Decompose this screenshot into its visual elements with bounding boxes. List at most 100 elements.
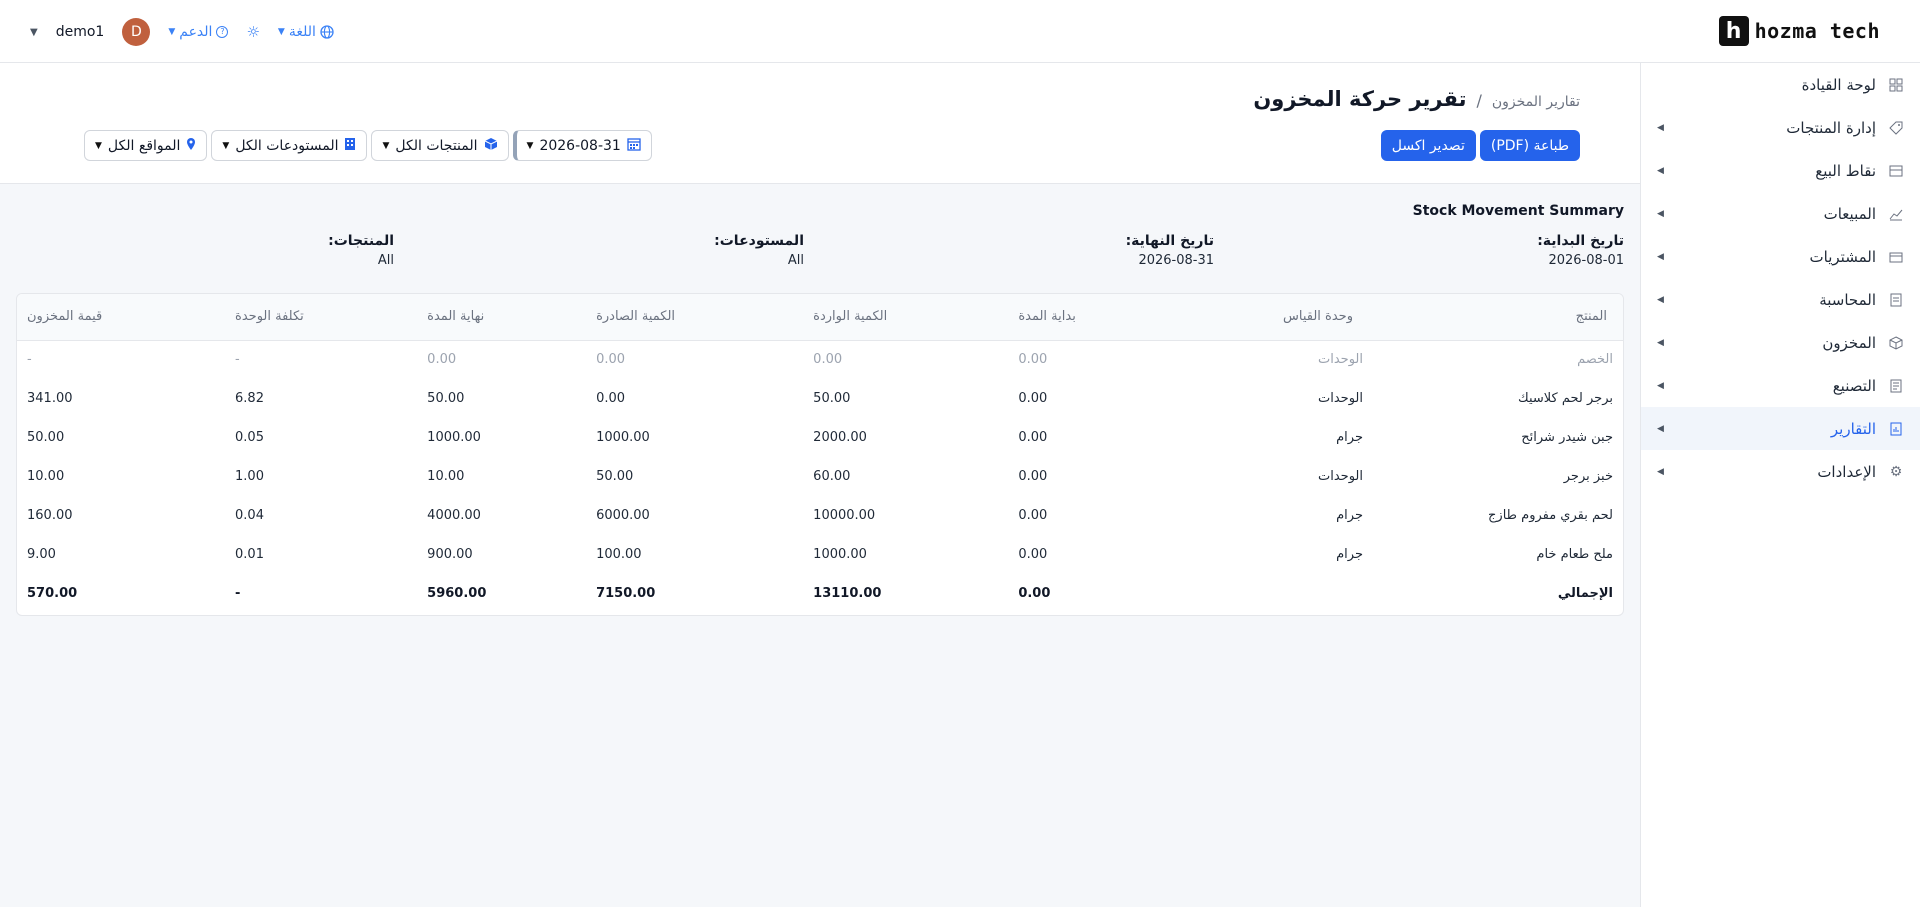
cell-opening: 0.00 [1018, 586, 1051, 601]
cell-unit [1173, 574, 1363, 613]
products-filter-label: المنتجات الكل [395, 137, 478, 154]
warehouses-filter-label: المستودعات الكل [235, 137, 339, 154]
cell-outgoing: 100.00 [596, 547, 642, 562]
cell-opening: 0.00 [1018, 508, 1048, 523]
cell-incoming: 0.00 [813, 352, 843, 368]
products-filter[interactable]: ▼ المنتجات الكل [371, 130, 509, 161]
cell-outgoing: 0.00 [596, 391, 626, 406]
sidebar-item-label: التصنيع [1832, 376, 1876, 395]
cell-stock-value: 10.00 [27, 469, 65, 484]
sidebar-item-reports[interactable]: التقارير ◀ [1641, 407, 1920, 450]
sidebar-item-pos[interactable]: نقاط البيع ◀ [1641, 149, 1920, 192]
user-menu-caret-icon[interactable]: ▼ [30, 27, 38, 38]
cell-unit-cost: - [235, 586, 241, 601]
column-header[interactable]: نهاية المدة [417, 294, 587, 341]
expand-arrow-icon: ◀ [1657, 423, 1664, 434]
sidebar-item-label: إدارة المنتجات [1786, 118, 1876, 137]
report-filters: ▼ المواقع الكل ▼ المستودعات الكل ▼ المنت… [84, 130, 656, 161]
cell-stock-value: 341.00 [27, 391, 73, 406]
warehouses-filter[interactable]: ▼ المستودعات الكل [211, 130, 368, 161]
cell-outgoing: 50.00 [596, 469, 634, 484]
chevron-down-icon: ▼ [277, 27, 285, 37]
expand-arrow-icon: ◀ [1657, 337, 1664, 348]
sidebar-item-sales[interactable]: المبيعات ◀ [1641, 192, 1920, 235]
globe-icon [320, 25, 334, 39]
cell-product: الخصم [1577, 352, 1613, 368]
expand-arrow-icon: ◀ [1657, 251, 1664, 262]
date-range-filter[interactable]: ▼ 2026-08-31 [512, 130, 652, 161]
locations-filter[interactable]: ▼ المواقع الكل [84, 130, 208, 161]
sidebar-item-settings[interactable]: ⚙ الإعدادات ◀ [1641, 450, 1920, 493]
cell-unit: الوحدات [1318, 469, 1363, 484]
support-menu[interactable]: ▼ الدعم ? [168, 24, 229, 40]
cube-icon [484, 137, 498, 155]
box-icon [1888, 335, 1904, 351]
sidebar-item-products[interactable]: إدارة المنتجات ◀ [1641, 106, 1920, 149]
print-pdf-button[interactable]: طباعة (PDF) [1479, 130, 1580, 161]
cell-unit: الوحدات [1318, 391, 1363, 406]
chevron-down-icon: ▼ [382, 140, 390, 151]
table-row: الخصم الوحدات 0.00 0.00 0.00 0.00 - - [17, 340, 1623, 379]
brand-mark-icon: h [1718, 16, 1749, 46]
sidebar-item-label: التقارير [1830, 419, 1876, 438]
cell-unit: جرام [1336, 508, 1363, 523]
cell-product: جبن شيدر شرائح [1521, 430, 1613, 445]
report-title: Stock Movement Summary [1412, 203, 1624, 219]
building-icon [344, 137, 356, 155]
table-header-row: المنتج وحدة القياس بداية المدة الكمية ال… [17, 294, 1623, 341]
theme-toggle-sun-icon[interactable]: ☼ [246, 23, 259, 41]
end-date-label: تاريخ النهاية: [1125, 233, 1214, 249]
avatar[interactable]: D [122, 18, 151, 46]
sidebar-item-manufacturing[interactable]: التصنيع ◀ [1641, 364, 1920, 407]
warehouses-meta: المستودعات: All [384, 233, 804, 268]
table-total-row: الإجمالي 0.00 13110.00 7150.00 5960.00 -… [17, 574, 1623, 613]
cell-outgoing: 7150.00 [596, 586, 656, 601]
sidebar-item-label: لوحة القيادة [1801, 75, 1876, 94]
column-header[interactable]: بداية المدة [1008, 294, 1173, 341]
sidebar-item-purchases[interactable]: المشتريات ◀ [1641, 235, 1920, 278]
warehouses-meta-label: المستودعات: [714, 233, 804, 249]
cell-stock-value: 9.00 [27, 547, 56, 562]
cell-outgoing: 1000.00 [596, 430, 650, 445]
wallet-icon [1888, 249, 1904, 265]
column-header[interactable]: الكمية الواردة [803, 294, 1009, 341]
products-meta: المنتجات: All [0, 233, 394, 268]
column-header[interactable]: الكمية الصادرة [586, 294, 804, 341]
user-name[interactable]: demo1 [56, 24, 105, 40]
column-header[interactable]: وحدة القياس [1173, 294, 1363, 341]
end-date-meta: تاريخ النهاية: 2026-08-31 [794, 233, 1214, 268]
page-title: تقرير حركة المخزون [1253, 87, 1467, 111]
cell-opening: 0.00 [1018, 391, 1048, 406]
report-actions: طباعة (PDF) تصدير اكسل [1380, 130, 1580, 161]
expand-arrow-icon: ◀ [1657, 208, 1664, 219]
table-row: ملح طعام خام جرام 0.00 1000.00 100.00 90… [17, 535, 1623, 574]
sidebar-item-label: المشتريات [1809, 247, 1876, 266]
column-header[interactable]: قيمة المخزون [17, 294, 226, 341]
brand-name: hozma tech [1754, 19, 1880, 43]
chevron-down-icon: ▼ [95, 140, 102, 151]
column-header[interactable]: المنتج [1363, 294, 1623, 341]
document-icon [1888, 378, 1904, 394]
cell-outgoing: 0.00 [596, 352, 626, 368]
cell-closing: 0.00 [427, 352, 457, 368]
chart-line-icon [1888, 206, 1904, 222]
table-row: برجر لحم كلاسيك الوحدات 0.00 50.00 0.00 … [17, 379, 1623, 418]
sidebar-item-accounting[interactable]: المحاسبة ◀ [1641, 278, 1920, 321]
sidebar-item-label: المبيعات [1823, 204, 1876, 223]
start-date-meta: تاريخ البداية: 2026-08-01 [1204, 233, 1624, 268]
export-excel-button[interactable]: تصدير اكسل [1380, 130, 1476, 161]
column-header[interactable]: تكلفة الوحدة [225, 294, 418, 341]
sidebar-item-label: المحاسبة [1819, 290, 1876, 309]
cell-stock-value: 570.00 [27, 586, 78, 601]
brand-logo[interactable]: h hozma tech [1718, 16, 1880, 46]
breadcrumb-parent-link[interactable]: تقارير المخزون [1492, 94, 1580, 110]
cell-unit-cost: 0.04 [235, 508, 264, 523]
stock-movement-table: المنتج وحدة القياس بداية المدة الكمية ال… [16, 293, 1624, 616]
language-menu[interactable]: ▼ اللغة [278, 24, 334, 40]
sidebar-item-label: الإعدادات [1817, 462, 1876, 481]
language-label: اللغة [288, 24, 316, 40]
sidebar-item-dashboard[interactable]: لوحة القيادة [1641, 63, 1920, 106]
cell-product: لحم بقري مفروم طازج [1488, 508, 1613, 523]
cell-opening: 0.00 [1018, 352, 1048, 368]
sidebar-item-inventory[interactable]: المخزون ◀ [1641, 321, 1920, 364]
